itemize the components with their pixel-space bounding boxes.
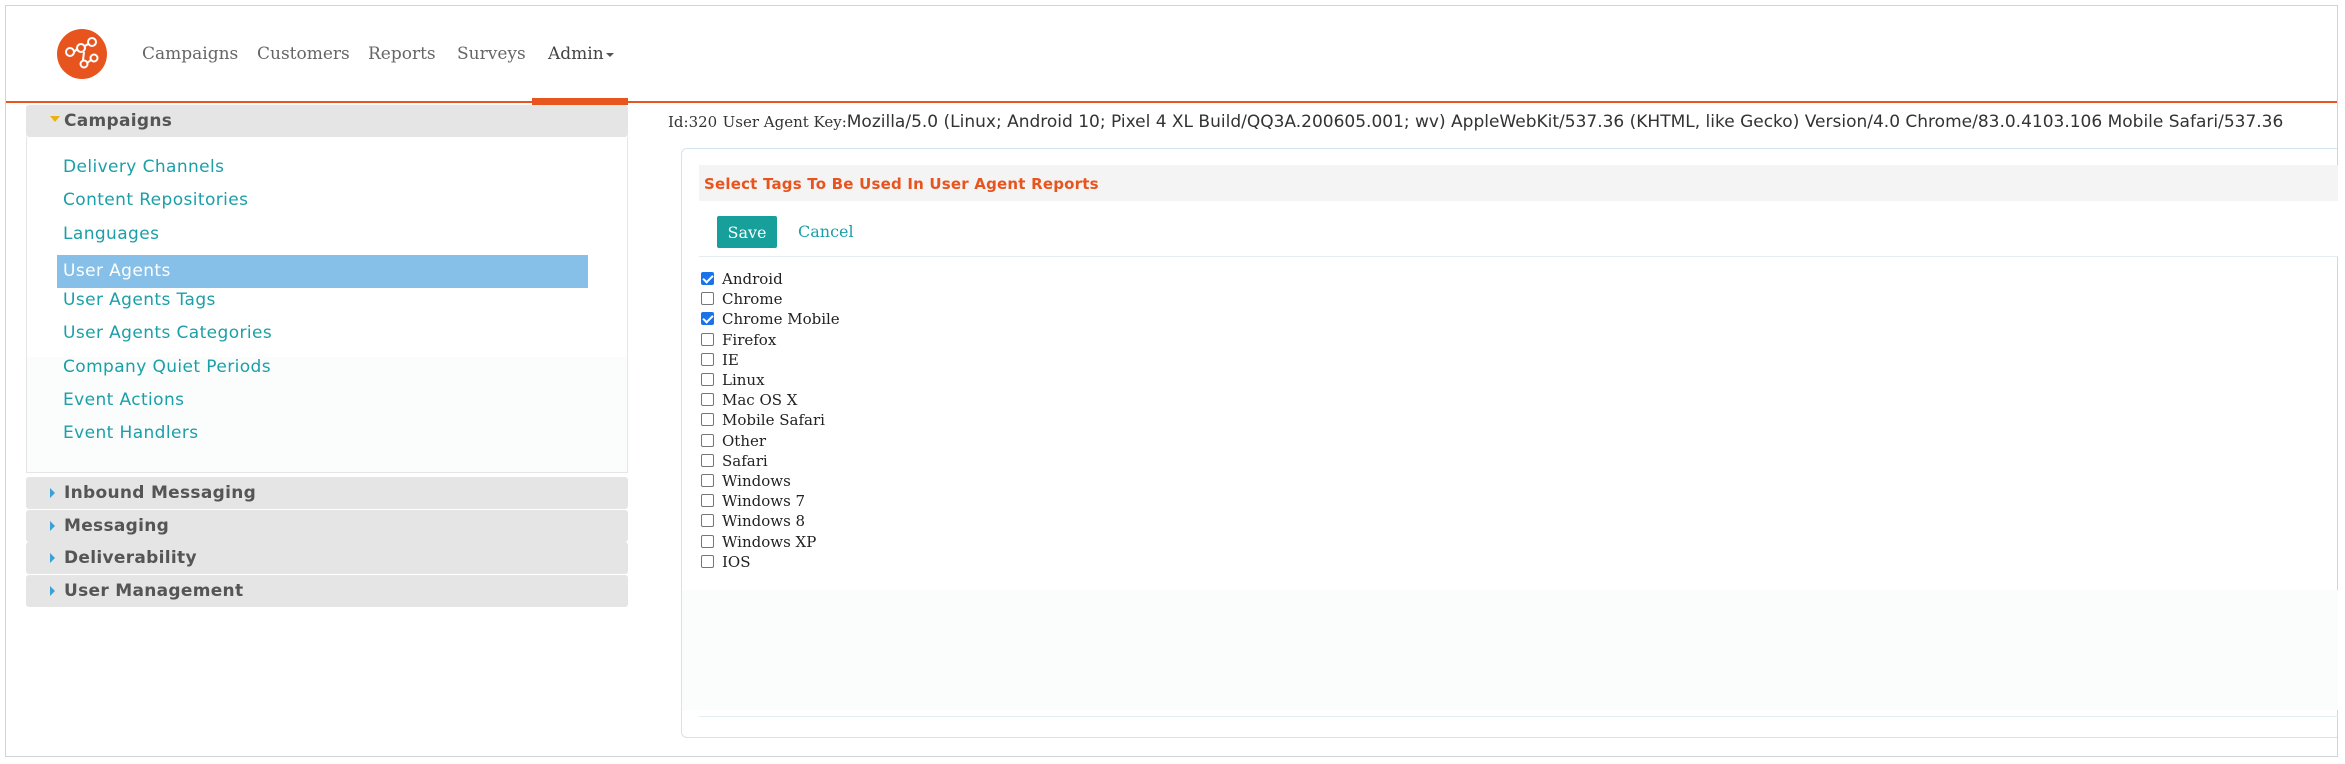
user-agent-id: Id:320 [668, 113, 718, 131]
sidebar-item-company-quiet-periods[interactable]: Company Quiet Periods [63, 357, 271, 377]
tag-checkbox[interactable] [701, 373, 714, 386]
panel-toolbar: Save Cancel [699, 201, 2338, 257]
panel-lower-band [682, 590, 2338, 710]
nav-reports[interactable]: Reports [368, 44, 436, 64]
tag-label[interactable]: Android [722, 270, 783, 288]
collapsed-triangle-icon [50, 521, 55, 531]
tag-label[interactable]: Windows XP [722, 533, 816, 551]
sidebar-section-messaging[interactable]: Messaging [26, 510, 628, 542]
cancel-button[interactable]: Cancel [786, 216, 866, 248]
sidebar-item-user-agents-tags[interactable]: User Agents Tags [63, 290, 216, 310]
save-button[interactable]: Save [717, 216, 777, 248]
nav-surveys[interactable]: Surveys [457, 44, 526, 64]
user-agent-key-label: User Agent Key: [722, 113, 847, 131]
tag-checkbox[interactable] [701, 474, 714, 487]
tag-label[interactable]: Other [722, 432, 766, 450]
tag-checkbox[interactable] [701, 272, 714, 285]
sidebar-item-content-repositories[interactable]: Content Repositories [63, 190, 248, 210]
panel-divider [699, 716, 2338, 717]
sidebar-item-delivery-channels[interactable]: Delivery Channels [63, 157, 224, 177]
user-agent-key-value: Mozilla/5.0 (Linux; Android 10; Pixel 4 … [846, 112, 2284, 132]
sidebar-section-label: User Management [64, 581, 244, 601]
sidebar-section-label: Deliverability [64, 548, 197, 568]
tag-checkbox[interactable] [701, 312, 714, 326]
tag-label[interactable]: Windows 7 [722, 492, 805, 510]
tag-label[interactable]: Chrome [722, 290, 782, 308]
collapsed-triangle-icon [50, 553, 55, 563]
tag-label[interactable]: Windows [722, 472, 791, 490]
collapsed-triangle-icon [50, 488, 55, 498]
tag-label[interactable]: Mobile Safari [722, 411, 825, 429]
brand-logo-icon[interactable] [56, 28, 108, 80]
sidebar-section-user-management[interactable]: User Management [26, 575, 628, 607]
tag-checkbox[interactable] [701, 433, 714, 447]
tag-checkbox[interactable] [701, 534, 714, 548]
sidebar-item-event-handlers[interactable]: Event Handlers [63, 423, 199, 443]
nav-admin-label[interactable]: Admin [548, 44, 614, 64]
tag-label[interactable]: IOS [722, 553, 751, 571]
tag-checkbox[interactable] [701, 514, 714, 528]
tag-label[interactable]: Chrome Mobile [722, 310, 840, 328]
expanded-triangle-icon [50, 116, 60, 122]
tag-checkbox[interactable] [701, 453, 714, 467]
tag-checkbox[interactable] [701, 554, 714, 568]
tag-label[interactable]: Safari [722, 452, 768, 470]
tag-label[interactable]: Mac OS X [722, 391, 798, 409]
tag-checkbox[interactable] [701, 332, 714, 346]
nav-admin-tab[interactable]: Admin [532, 6, 628, 105]
tag-label[interactable]: Linux [722, 371, 765, 389]
user-agent-info: Id:320 User Agent Key:Mozilla/5.0 (Linux… [668, 112, 2283, 132]
tags-panel: Select Tags To Be Used In User Agent Rep… [681, 148, 2338, 738]
tag-label[interactable]: Windows 8 [722, 512, 805, 530]
sidebar-section-inbound-messaging[interactable]: Inbound Messaging [26, 477, 628, 509]
sidebar-section-label: Inbound Messaging [64, 483, 257, 503]
sidebar-section-campaigns[interactable]: Campaigns [26, 105, 628, 137]
tag-checkbox[interactable] [701, 292, 714, 306]
sidebar-section-label: Messaging [64, 516, 170, 536]
tag-label[interactable]: Firefox [722, 331, 776, 349]
sidebar-section-label: Campaigns [64, 111, 173, 131]
caret-down-icon [605, 52, 614, 57]
panel-header: Select Tags To Be Used In User Agent Rep… [699, 165, 2338, 201]
tag-label[interactable]: IE [722, 351, 739, 369]
tag-checkbox[interactable] [701, 352, 714, 366]
top-nav: Campaigns Customers Reports Surveys Admi… [6, 6, 2337, 105]
sidebar-item-user-agents-categories[interactable]: User Agents Categories [63, 323, 272, 343]
sidebar-item-user-agents-label[interactable]: User Agents [63, 261, 171, 281]
collapsed-triangle-icon [50, 586, 55, 596]
tag-checkbox[interactable] [701, 413, 714, 427]
sidebar-item-event-actions[interactable]: Event Actions [63, 390, 184, 410]
nav-customers[interactable]: Customers [257, 44, 350, 64]
tag-checkbox[interactable] [701, 393, 714, 407]
tag-checkbox[interactable] [701, 494, 714, 508]
nav-campaigns[interactable]: Campaigns [142, 44, 238, 64]
sidebar-section-deliverability[interactable]: Deliverability [26, 542, 628, 574]
nav-admin-text: Admin [548, 44, 604, 64]
panel-title: Select Tags To Be Used In User Agent Rep… [704, 175, 1099, 193]
nav-active-indicator [532, 98, 628, 105]
app-frame: Campaigns Customers Reports Surveys Admi… [5, 5, 2338, 757]
sidebar-item-languages[interactable]: Languages [63, 224, 159, 244]
